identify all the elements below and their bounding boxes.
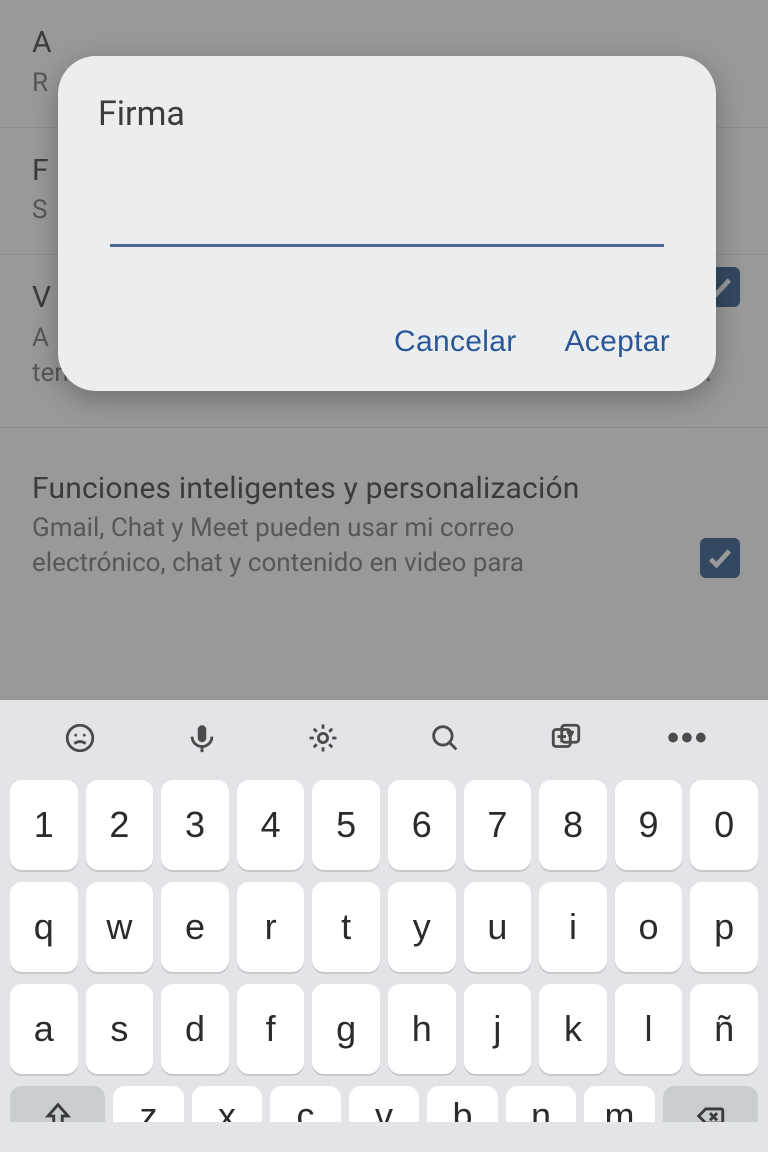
key-c[interactable]: c	[270, 1086, 341, 1122]
key-3[interactable]: 3	[161, 780, 229, 870]
key-k[interactable]: k	[539, 984, 607, 1074]
soft-keyboard: ••• 1 2 3 4 5 6 7 8 9 0 q w e r t y u i …	[0, 700, 768, 1152]
signature-dialog: Firma Cancelar Aceptar	[58, 56, 716, 391]
key-h[interactable]: h	[388, 984, 456, 1074]
translate-icon[interactable]	[514, 710, 618, 766]
key-w[interactable]: w	[86, 882, 154, 972]
key-5[interactable]: 5	[312, 780, 380, 870]
dialog-actions: Cancelar Aceptar	[98, 325, 676, 359]
key-7[interactable]: 7	[464, 780, 532, 870]
key-a[interactable]: a	[10, 984, 78, 1074]
search-icon[interactable]	[393, 710, 497, 766]
keyboard-row-asdf: a s d f g h j k l ñ	[10, 984, 758, 1074]
key-n[interactable]: n	[506, 1086, 577, 1122]
key-v[interactable]: v	[349, 1086, 420, 1122]
signature-input[interactable]	[110, 194, 665, 247]
key-r[interactable]: r	[237, 882, 305, 972]
keyboard-toolbar: •••	[0, 700, 768, 776]
keyboard-row-qwerty: q w e r t y u i o p	[10, 882, 758, 972]
key-shift[interactable]	[10, 1086, 105, 1122]
key-0[interactable]: 0	[690, 780, 758, 870]
dialog-title: Firma	[98, 94, 676, 134]
key-o[interactable]: o	[615, 882, 683, 972]
key-t[interactable]: t	[312, 882, 380, 972]
key-f[interactable]: f	[237, 984, 305, 1074]
key-x[interactable]: x	[192, 1086, 263, 1122]
key-u[interactable]: u	[464, 882, 532, 972]
key-g[interactable]: g	[312, 984, 380, 1074]
key-d[interactable]: d	[161, 984, 229, 1074]
key-8[interactable]: 8	[539, 780, 607, 870]
key-enye[interactable]: ñ	[690, 984, 758, 1074]
keyboard-rows: 1 2 3 4 5 6 7 8 9 0 q w e r t y u i o p …	[0, 776, 768, 1152]
key-j[interactable]: j	[464, 984, 532, 1074]
accept-button[interactable]: Aceptar	[565, 325, 671, 359]
key-p[interactable]: p	[690, 882, 758, 972]
emoji-icon[interactable]	[28, 710, 132, 766]
key-l[interactable]: l	[615, 984, 683, 1074]
key-i[interactable]: i	[539, 882, 607, 972]
keyboard-row-numbers: 1 2 3 4 5 6 7 8 9 0	[10, 780, 758, 870]
cancel-button[interactable]: Cancelar	[394, 325, 516, 359]
key-backspace[interactable]	[663, 1086, 758, 1122]
key-1[interactable]: 1	[10, 780, 78, 870]
key-q[interactable]: q	[10, 882, 78, 972]
key-m[interactable]: m	[584, 1086, 655, 1122]
key-6[interactable]: 6	[388, 780, 456, 870]
key-z[interactable]: z	[113, 1086, 184, 1122]
key-4[interactable]: 4	[237, 780, 305, 870]
key-2[interactable]: 2	[86, 780, 154, 870]
mic-icon[interactable]	[150, 710, 254, 766]
key-s[interactable]: s	[86, 984, 154, 1074]
keyboard-row-zxcv: z x c v b n m	[10, 1086, 758, 1122]
more-icon[interactable]: •••	[636, 710, 740, 766]
key-y[interactable]: y	[388, 882, 456, 972]
key-9[interactable]: 9	[615, 780, 683, 870]
key-e[interactable]: e	[161, 882, 229, 972]
key-b[interactable]: b	[427, 1086, 498, 1122]
gear-icon[interactable]	[271, 710, 375, 766]
